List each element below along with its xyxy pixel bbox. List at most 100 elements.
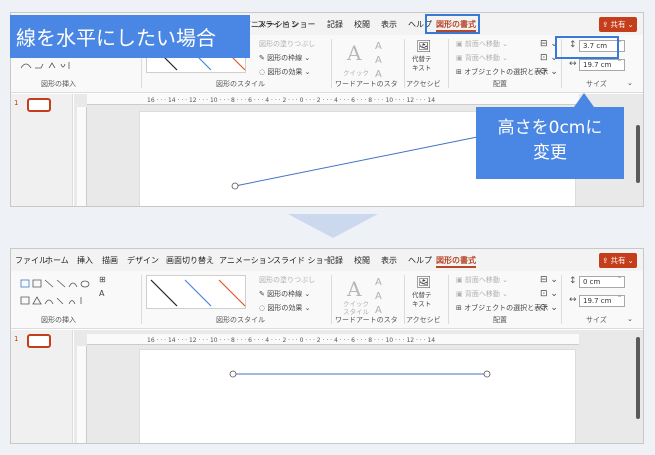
send-backward-button[interactable]: ▣ 背面へ移動 ⌄ xyxy=(456,289,508,299)
text-outline-icon[interactable]: A xyxy=(375,291,382,302)
group-size: サイズ xyxy=(586,316,607,324)
tab-slideshow[interactable]: スライド ショー xyxy=(257,19,316,30)
height-input[interactable]: 0 cm xyxy=(579,275,625,288)
text-fill-icon[interactable]: A xyxy=(375,41,382,52)
shape-fill-button[interactable]: 図形の塗りつぶし xyxy=(259,39,315,49)
slide-thumbnails: 1 xyxy=(11,94,73,206)
title-callout: 線を水平にしたい場合 xyxy=(10,15,250,58)
quick-style-button[interactable]: クイック xyxy=(343,67,369,77)
slide-thumbnails: 1 xyxy=(11,330,73,443)
tab-view[interactable]: 表示 xyxy=(381,255,397,266)
align-icon[interactable]: ⊟ ⌄ xyxy=(540,275,558,285)
tab-review[interactable]: 校閲 xyxy=(354,19,370,30)
share-button[interactable]: ⇪ 共有 ⌄ xyxy=(599,17,637,32)
slide-canvas[interactable] xyxy=(139,349,576,443)
powerpoint-window-after: ファイル ホーム 挿入 描画 デザイン 画面切り替え アニメーション スライド … xyxy=(10,248,644,444)
down-arrow-icon xyxy=(288,214,378,238)
tab-home[interactable]: ホーム xyxy=(45,255,69,266)
width-input[interactable]: 19.7 cm xyxy=(579,294,625,307)
height-icon: ↕ xyxy=(569,276,577,286)
tab-review[interactable]: 校閲 xyxy=(354,255,370,266)
shape-effects-button[interactable]: ◌ 図形の効果 ⌄ xyxy=(259,67,310,77)
height-input-highlight xyxy=(555,36,619,59)
alt-text-button[interactable]: 代替テ キスト xyxy=(412,55,432,73)
tab-record[interactable]: 記録 xyxy=(327,255,343,266)
ribbon: ⊞ A 図形の挿入 図形の塗りつぶし ✎ 図形の枠線 ⌄ ◌ 図形の効果 ⌄ 図… xyxy=(11,271,643,329)
wordart-icon[interactable]: A xyxy=(347,277,361,301)
tab-shape-format[interactable]: 図形の書式 xyxy=(436,255,476,268)
group-size: サイズ xyxy=(586,80,607,88)
selection-pane-button[interactable]: ⊞ オブジェクトの選択と表示 xyxy=(456,67,548,77)
shape-fill-button[interactable]: 図形の塗りつぶし xyxy=(259,275,315,285)
ribbon-tabs: ファイル ホーム 挿入 描画 デザイン 画面切り替え アニメーション スライド … xyxy=(11,249,643,271)
wordart-icon[interactable]: A xyxy=(347,41,361,65)
slide-thumbnail[interactable] xyxy=(27,334,51,348)
tab-record[interactable]: 記録 xyxy=(327,19,343,30)
alt-text-icon[interactable]: 🖼 xyxy=(416,275,431,289)
group-insert-shapes: 図形の挿入 xyxy=(41,316,76,324)
tab-file[interactable]: ファイル xyxy=(15,255,47,266)
group-accessibility: アクセシビ xyxy=(406,316,441,324)
group-icon[interactable]: ⊡ ⌄ xyxy=(540,289,558,299)
group-wordart-styles: ワードアートのスタ xyxy=(335,80,398,88)
vertical-ruler xyxy=(77,346,87,443)
share-icon: ⇪ xyxy=(602,256,609,265)
shape-format-tab-highlight xyxy=(425,14,480,34)
vertical-scrollbar[interactable] xyxy=(636,125,640,183)
tab-slideshow[interactable]: スライド ショー xyxy=(273,255,332,266)
text-fill-icon[interactable]: A xyxy=(375,277,382,288)
tab-insert[interactable]: 挿入 xyxy=(77,255,93,266)
slide-number: 1 xyxy=(14,335,19,343)
shape-gallery[interactable] xyxy=(19,276,99,310)
bring-forward-button[interactable]: ▣ 前面へ移動 ⌄ xyxy=(456,275,508,285)
svg-text:16 · · · 14 · · · 12 · · · 10: 16 · · · 14 · · · 12 · · · 10 · · · 8 · … xyxy=(147,337,435,344)
horizontal-ruler: 16 · · · 14 · · · 12 · · · 10 · · · 8 · … xyxy=(87,94,579,105)
sloped-line[interactable] xyxy=(234,133,493,187)
send-backward-button[interactable]: ▣ 背面へ移動 ⌄ xyxy=(456,53,508,63)
instruction-callout: 高さを0cmに 変更 xyxy=(476,93,624,179)
group-arrange: 配置 xyxy=(493,80,507,88)
line-handle-start[interactable] xyxy=(231,182,239,190)
line-handle-end[interactable] xyxy=(483,370,491,378)
text-outline-icon[interactable]: A xyxy=(375,55,382,66)
tab-view[interactable]: 表示 xyxy=(381,19,397,30)
selection-pane-button[interactable]: ⊞ オブジェクトの選択と表示 xyxy=(456,303,548,313)
slide-thumbnail[interactable] xyxy=(27,98,51,112)
share-button[interactable]: ⇪ 共有 ⌄ xyxy=(599,253,637,268)
shape-outline-button[interactable]: ✎ 図形の枠線 ⌄ xyxy=(259,289,310,299)
bring-forward-button[interactable]: ▣ 前面へ移動 ⌄ xyxy=(456,39,508,49)
width-icon: ↔ xyxy=(569,295,577,305)
group-wordart-styles: ワードアートのスタ xyxy=(335,316,398,324)
text-box-icon[interactable]: A xyxy=(99,289,104,298)
quick-style-button[interactable]: クイック スタイル xyxy=(343,300,369,316)
shape-effects-button[interactable]: ◌ 図形の効果 ⌄ xyxy=(259,303,310,313)
slide-number: 1 xyxy=(14,99,19,107)
width-icon: ↔ xyxy=(569,59,577,69)
size-dialog-launcher[interactable]: ⌄ xyxy=(627,315,633,323)
rotate-icon[interactable]: ⟳ ⌄ xyxy=(540,67,558,77)
line-handle-start[interactable] xyxy=(229,370,237,378)
tab-transitions[interactable]: 画面切り替え xyxy=(166,255,214,266)
vertical-scrollbar[interactable] xyxy=(636,337,640,419)
tab-draw[interactable]: 描画 xyxy=(102,255,118,266)
width-input[interactable]: 19.7 cm xyxy=(579,58,625,71)
horizontal-ruler: 16 · · · 14 · · · 12 · · · 10 · · · 8 · … xyxy=(87,334,579,345)
group-insert-shapes: 図形の挿入 xyxy=(41,80,76,88)
shape-outline-button[interactable]: ✎ 図形の枠線 ⌄ xyxy=(259,53,310,63)
shape-style-gallery[interactable] xyxy=(146,275,246,309)
group-shape-styles: 図形のスタイル xyxy=(216,316,265,324)
tab-design[interactable]: デザイン xyxy=(127,255,159,266)
alt-text-button[interactable]: 代替テ キスト xyxy=(412,291,432,309)
tab-animation[interactable]: アニメーション xyxy=(219,255,275,266)
size-dialog-launcher[interactable]: ⌄ xyxy=(627,79,633,87)
group-arrange: 配置 xyxy=(493,316,507,324)
edit-shape-icon[interactable]: ⊞ xyxy=(99,275,106,284)
vertical-ruler xyxy=(77,107,87,206)
alt-text-icon[interactable]: 🖼 xyxy=(416,39,431,53)
tab-help[interactable]: ヘルプ xyxy=(408,255,432,266)
share-icon: ⇪ xyxy=(602,20,609,29)
svg-text:16 · · · 14 · · · 12 · · · 10: 16 · · · 14 · · · 12 · · · 10 · · · 8 · … xyxy=(147,97,435,104)
rotate-icon[interactable]: ⟳ ⌄ xyxy=(540,303,558,313)
group-accessibility: アクセシビ xyxy=(406,80,441,88)
group-shape-styles: 図形のスタイル xyxy=(216,80,265,88)
